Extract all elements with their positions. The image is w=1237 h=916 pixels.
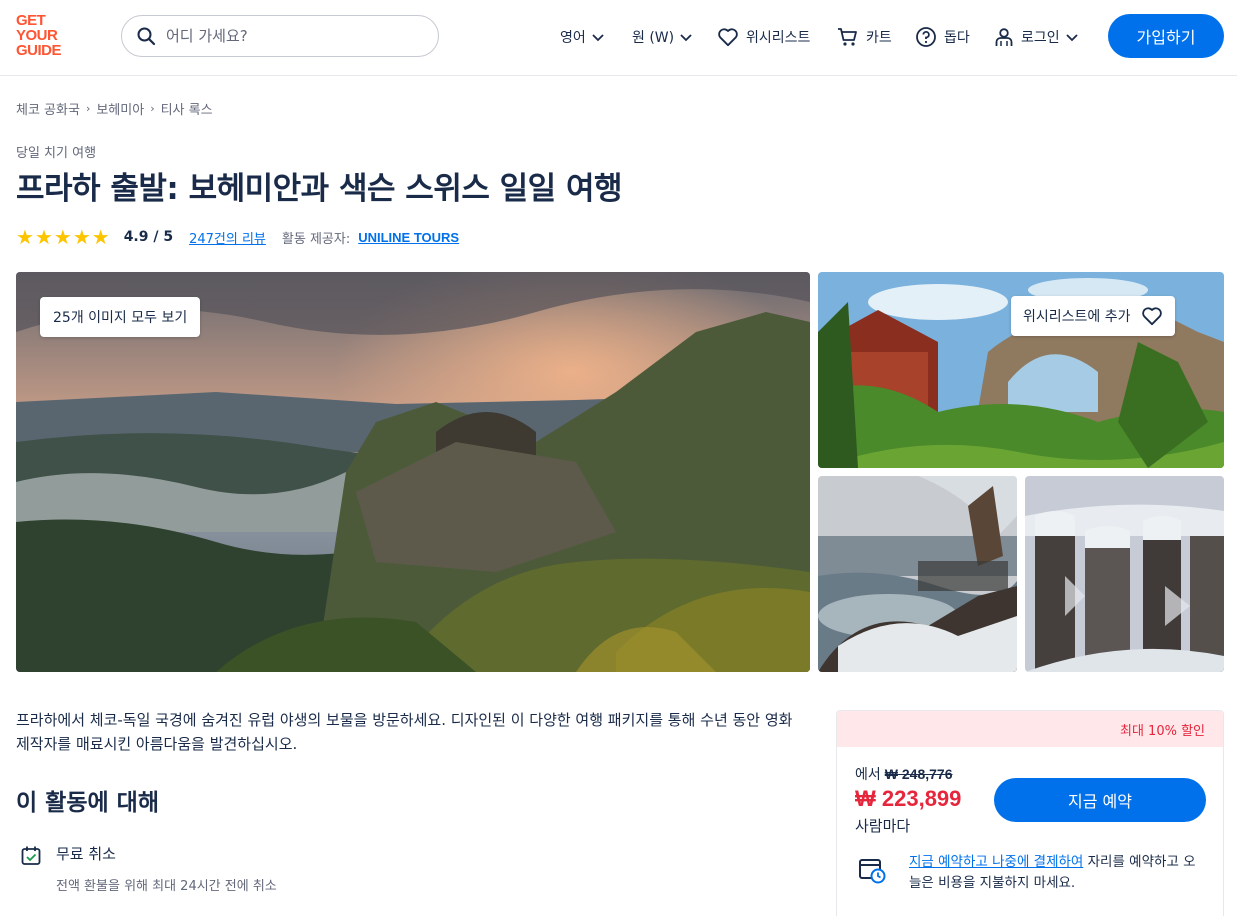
cart-icon bbox=[838, 28, 857, 46]
breadcrumb-item-country[interactable]: 체코 공화국 bbox=[16, 99, 80, 118]
reserve-text: 지금 예약하고 나중에 결제하여 자리를 예약하고 오늘은 비용을 지불하지 마… bbox=[909, 852, 1207, 894]
star-icon: ★ bbox=[72, 225, 91, 249]
wishlist-label: 위시리스트 bbox=[746, 30, 811, 46]
discounted-price: ₩ 223,899 bbox=[855, 786, 962, 811]
page-title: 프라하 출발: 보헤미안과 색슨 스위스 일일 여행 bbox=[16, 171, 623, 207]
search-input[interactable] bbox=[166, 27, 406, 45]
star-icon: ★ bbox=[34, 225, 53, 249]
reserve-now-pay-later: 지금 예약하고 나중에 결제하여 자리를 예약하고 오늘은 비용을 지불하지 마… bbox=[857, 852, 1207, 894]
language-label: 영어 bbox=[560, 30, 586, 46]
feature-free-cancellation: 무료 취소 전액 환불을 위해 최대 24시간 전에 취소 bbox=[20, 843, 277, 894]
logo-line-2: YOUR bbox=[16, 27, 58, 44]
per-person-label: 사람마다 bbox=[855, 817, 911, 835]
login-menu[interactable]: 로그인 bbox=[994, 26, 1080, 48]
chevron-down-icon bbox=[1066, 34, 1078, 42]
add-to-wishlist-button[interactable]: 위시리스트에 추가 bbox=[1011, 296, 1175, 336]
top-header: GET YOUR GUIDE 영어 원 (W) 위시리스트 카트 돕다 로그인 … bbox=[0, 0, 1237, 76]
book-now-button[interactable]: 지금 예약 bbox=[994, 778, 1206, 822]
star-icon: ★ bbox=[16, 225, 34, 249]
provider-link[interactable]: UNILINE TOURS bbox=[358, 230, 459, 245]
getyourguide-logo[interactable]: GET YOUR GUIDE bbox=[16, 13, 74, 59]
booking-card: 최대 10% 할인 에서 ₩ 248,776 ₩ 223,899 사람마다 지금… bbox=[836, 710, 1224, 916]
discount-label: 최대 10% 할인 bbox=[1120, 723, 1205, 739]
chevron-right-icon: › bbox=[85, 102, 91, 115]
provider-label: 활동 제공자: bbox=[281, 231, 351, 247]
signup-button[interactable]: 가입하기 bbox=[1108, 14, 1224, 58]
breadcrumb: 체코 공화국 › 보헤미아 › 티사 록스 bbox=[16, 99, 213, 118]
language-selector[interactable]: 영어 bbox=[560, 26, 606, 48]
search-bar[interactable] bbox=[121, 15, 439, 57]
feature-subtitle: 전액 환불을 위해 최대 24시간 전에 취소 bbox=[56, 879, 277, 894]
price-from: 에서 ₩ 248,776 bbox=[855, 764, 952, 784]
breadcrumb-item-region[interactable]: 보헤미아 bbox=[96, 99, 144, 118]
star-icon: ★ bbox=[91, 225, 110, 249]
rating-value: 4.9 / 5 bbox=[123, 229, 174, 245]
user-icon bbox=[995, 28, 1013, 46]
heart-icon bbox=[718, 28, 738, 47]
chevron-down-icon bbox=[680, 34, 692, 42]
activity-description: 프라하에서 체코-독일 국경에 숨겨진 유럽 야생의 보물을 방문하세요. 디자… bbox=[16, 711, 793, 753]
about-activity-heading: 이 활동에 대해 bbox=[16, 790, 159, 816]
help-link[interactable]: 돕다 bbox=[915, 26, 970, 48]
calendar-check-icon bbox=[21, 846, 41, 865]
currency-selector[interactable]: 원 (W) bbox=[632, 26, 694, 48]
login-label: 로그인 bbox=[1021, 30, 1060, 46]
original-price: ₩ 248,776 bbox=[884, 766, 953, 782]
cart-link[interactable]: 카트 bbox=[837, 26, 892, 48]
gallery-image-snowy-rocks[interactable] bbox=[1025, 476, 1224, 672]
logo-line-3: GUIDE bbox=[16, 42, 62, 59]
search-icon bbox=[137, 27, 156, 46]
reserve-link[interactable]: 지금 예약하고 나중에 결제하여 bbox=[909, 854, 1083, 870]
gallery-image-winter-view[interactable] bbox=[818, 476, 1017, 672]
activity-category: 당일 치기 여행 bbox=[16, 146, 97, 161]
view-all-images-button[interactable]: 25개 이미지 모두 보기 bbox=[40, 297, 201, 337]
winter-viewpoint-image bbox=[818, 476, 1017, 672]
star-icon: ★ bbox=[53, 225, 72, 249]
currency-label: 원 (W) bbox=[632, 30, 675, 46]
feature-title: 무료 취소 bbox=[56, 845, 116, 863]
wishlist-link[interactable]: 위시리스트 bbox=[717, 26, 810, 48]
feature-text: 무료 취소 전액 환불을 위해 최대 24시간 전에 취소 bbox=[42, 843, 277, 894]
chevron-down-icon bbox=[592, 34, 604, 42]
help-icon bbox=[916, 27, 936, 47]
star-rating: ★ ★ ★ ★ ★ bbox=[16, 227, 110, 247]
add-to-wishlist-label: 위시리스트에 추가 bbox=[1023, 309, 1131, 325]
chevron-right-icon: › bbox=[150, 102, 155, 115]
breadcrumb-item-place[interactable]: 티사 록스 bbox=[161, 99, 213, 118]
cart-label: 카트 bbox=[866, 30, 892, 46]
reviews-link[interactable]: 247건의 리뷰 bbox=[189, 228, 266, 247]
logo-line-1: GET bbox=[16, 12, 46, 29]
discount-banner: 최대 10% 할인 bbox=[837, 711, 1223, 747]
heart-icon bbox=[1141, 307, 1162, 326]
calendar-clock-icon bbox=[859, 859, 886, 884]
help-label: 돕다 bbox=[944, 30, 970, 46]
rating-row: ★ ★ ★ ★ ★ 4.9 / 5 247건의 리뷰 활동 제공자: UNILI… bbox=[16, 227, 459, 247]
price-from-label: 에서 bbox=[855, 767, 881, 783]
snowy-rock-formation-image bbox=[1025, 476, 1224, 672]
